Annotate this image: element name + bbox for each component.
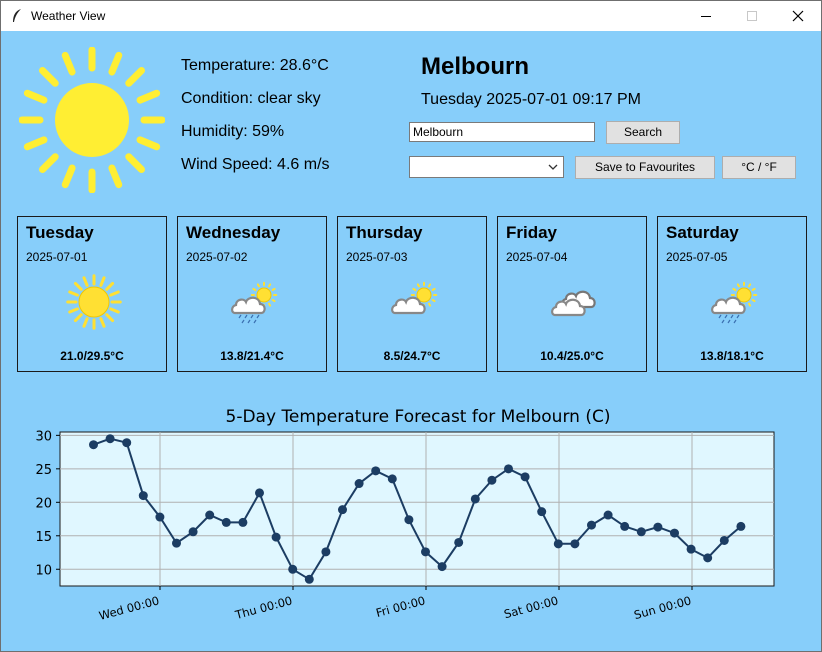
temperature-point (271, 532, 281, 542)
temperature-point (89, 440, 98, 450)
y-tick-label: 10 (35, 563, 52, 578)
y-tick-label: 25 (35, 463, 52, 478)
temperature-point (205, 510, 215, 520)
x-tick-label: Wed 00:00 (97, 593, 160, 623)
temperature-point (520, 472, 530, 482)
temperature-point (653, 522, 663, 532)
temperature-point (188, 527, 198, 537)
temperature-point (636, 527, 646, 537)
temperature-point (736, 521, 746, 531)
temperature-point (138, 491, 148, 501)
temperature-point (238, 517, 248, 527)
temperature-point (255, 488, 264, 498)
temperature-point (172, 538, 181, 548)
temperature-point (421, 547, 430, 557)
y-tick-label: 30 (35, 429, 52, 444)
temperature-point (155, 512, 165, 522)
temperature-point (537, 507, 547, 517)
temperature-chart: 10 15 20 25 30 Wed 00:00 Thu 00:00 Fri 00:00 Sat… (35, 429, 775, 623)
temperature-point (221, 517, 231, 527)
temperature-point (587, 520, 596, 530)
weather-window: Weather View Temperature: 28.6°C Conditi… (0, 0, 822, 652)
y-tick-label: 15 (35, 530, 52, 545)
temperature-point (620, 521, 630, 531)
temperature-point (686, 544, 696, 554)
temperature-point (404, 515, 414, 525)
temperature-point (670, 528, 679, 538)
temperature-point (122, 438, 132, 448)
temperature-point (703, 553, 713, 563)
x-tick-label: Thu 00:00 (233, 593, 294, 622)
x-tick-label: Sat 00:00 (502, 593, 559, 621)
temperature-point (719, 535, 729, 545)
temperature-point (504, 464, 513, 474)
chart-plot-area (59, 431, 775, 587)
temperature-point (553, 539, 563, 549)
temperature-point (371, 466, 381, 476)
temperature-point (354, 479, 364, 489)
temperature-point (603, 510, 613, 520)
temperature-point (437, 562, 447, 572)
temperature-point (105, 434, 115, 444)
temperature-point (470, 494, 480, 504)
temperature-point (570, 539, 580, 549)
y-tick-label: 20 (35, 496, 52, 511)
temperature-point (288, 564, 298, 574)
x-tick-label: Fri 00:00 (374, 593, 426, 620)
temperature-point (454, 537, 464, 547)
temperature-point (387, 474, 397, 484)
temperature-point (321, 547, 331, 557)
x-tick-label: Sun 00:00 (632, 593, 692, 622)
temperature-point (338, 505, 347, 515)
temperature-point (304, 574, 314, 584)
temperature-point (487, 475, 497, 485)
